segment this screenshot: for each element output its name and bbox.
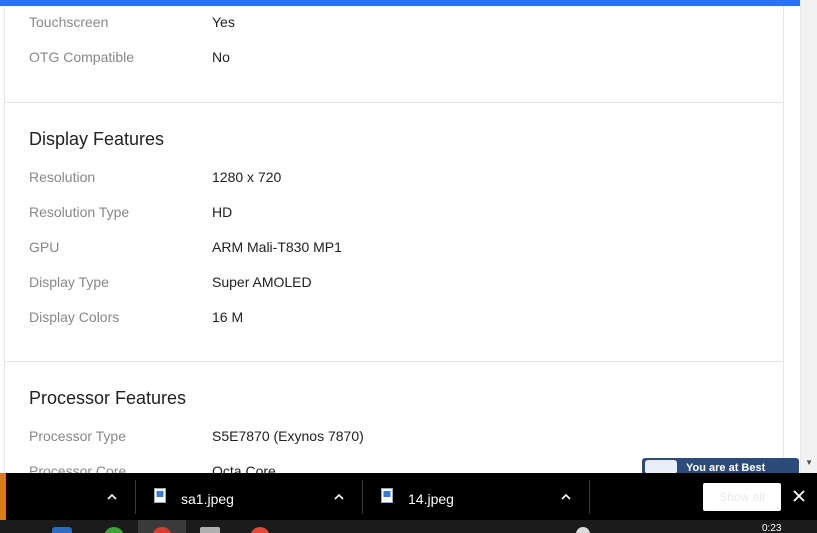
spec-row-processor-type: Processor Type S5E7870 (Exynos 7870) (29, 428, 769, 448)
show-all-button[interactable]: Show all (703, 483, 781, 511)
spec-value: S5E7870 (Exynos 7870) (212, 428, 364, 444)
spec-label: Resolution (29, 169, 96, 185)
app-icon[interactable] (250, 527, 270, 533)
spec-label: Resolution Type (29, 204, 130, 220)
spec-label: Display Colors (29, 309, 120, 325)
spec-label: OTG Compatible (29, 49, 135, 65)
spec-value: 16 M (212, 309, 244, 325)
spec-label: Processor Core (29, 463, 127, 473)
page-scrollbar[interactable] (800, 0, 817, 473)
spec-value: 1280 x 720 (212, 169, 282, 185)
spec-row-touchscreen: Touchscreen Yes (29, 14, 769, 34)
spec-row-otg: OTG Compatible No (29, 49, 769, 69)
spec-row-resolution: Resolution 1280 x 720 (29, 169, 769, 189)
close-icon[interactable] (792, 489, 806, 503)
download-item[interactable]: 14.jpeg (363, 473, 589, 520)
section-title-display: Display Features (29, 129, 165, 149)
product-specs-page: Touchscreen Yes OTG Compatible No Displa… (0, 6, 800, 473)
chevron-up-icon[interactable] (332, 490, 346, 504)
spec-label: Processor Type (29, 428, 127, 444)
file-explorer-icon[interactable] (52, 527, 72, 533)
spec-label: Touchscreen (29, 14, 109, 30)
app-icon[interactable] (104, 527, 124, 533)
spec-value: HD (212, 204, 233, 220)
app-icon[interactable] (200, 527, 220, 533)
active-taskbar-item[interactable] (138, 520, 186, 533)
spec-label: Display Type (29, 274, 109, 290)
general-features-card: Touchscreen Yes OTG Compatible No (4, 6, 784, 103)
spec-value: Super AMOLED (212, 274, 312, 290)
chrome-icon (152, 527, 172, 533)
spec-value: No (212, 49, 230, 65)
processor-features-card: Processor Features Processor Type S5E787… (4, 362, 784, 473)
spec-row-gpu: GPU ARM Mali-T830 MP1 (29, 239, 769, 259)
spec-row-display-colors: Display Colors 16 M (29, 309, 769, 329)
display-features-card: Display Features Resolution 1280 x 720 R… (4, 103, 784, 362)
tray-icon[interactable] (576, 527, 590, 533)
chat-icon (645, 460, 677, 473)
chevron-up-icon[interactable] (559, 490, 573, 504)
promo-widget[interactable]: You are at Best (642, 458, 799, 473)
divider (589, 480, 590, 514)
download-filename: sa1.jpeg (181, 491, 234, 507)
downloads-bar: sa1.jpeg 14.jpeg Show all (0, 473, 817, 520)
scroll-down-arrow-icon[interactable]: ▼ (805, 458, 813, 467)
download-filename: 14.jpeg (408, 491, 454, 507)
spec-label: GPU (29, 239, 60, 255)
download-item[interactable]: sa1.jpeg (136, 473, 362, 520)
promo-text: You are at Best (686, 462, 766, 473)
spec-row-display-type: Display Type Super AMOLED (29, 274, 769, 294)
spec-value: ARM Mali-T830 MP1 (212, 239, 342, 255)
download-item-partial[interactable] (0, 473, 6, 520)
taskbar-clock[interactable]: 0:23 (762, 523, 781, 533)
os-taskbar: 0:23 (0, 520, 817, 533)
spec-value: Yes (212, 14, 235, 30)
image-file-icon (381, 488, 393, 503)
spec-row-resolution-type: Resolution Type HD (29, 204, 769, 224)
chevron-up-icon[interactable] (105, 490, 119, 504)
image-file-icon (154, 488, 166, 503)
spec-value: Octa Core (212, 463, 276, 473)
section-title-processor: Processor Features (29, 388, 187, 408)
